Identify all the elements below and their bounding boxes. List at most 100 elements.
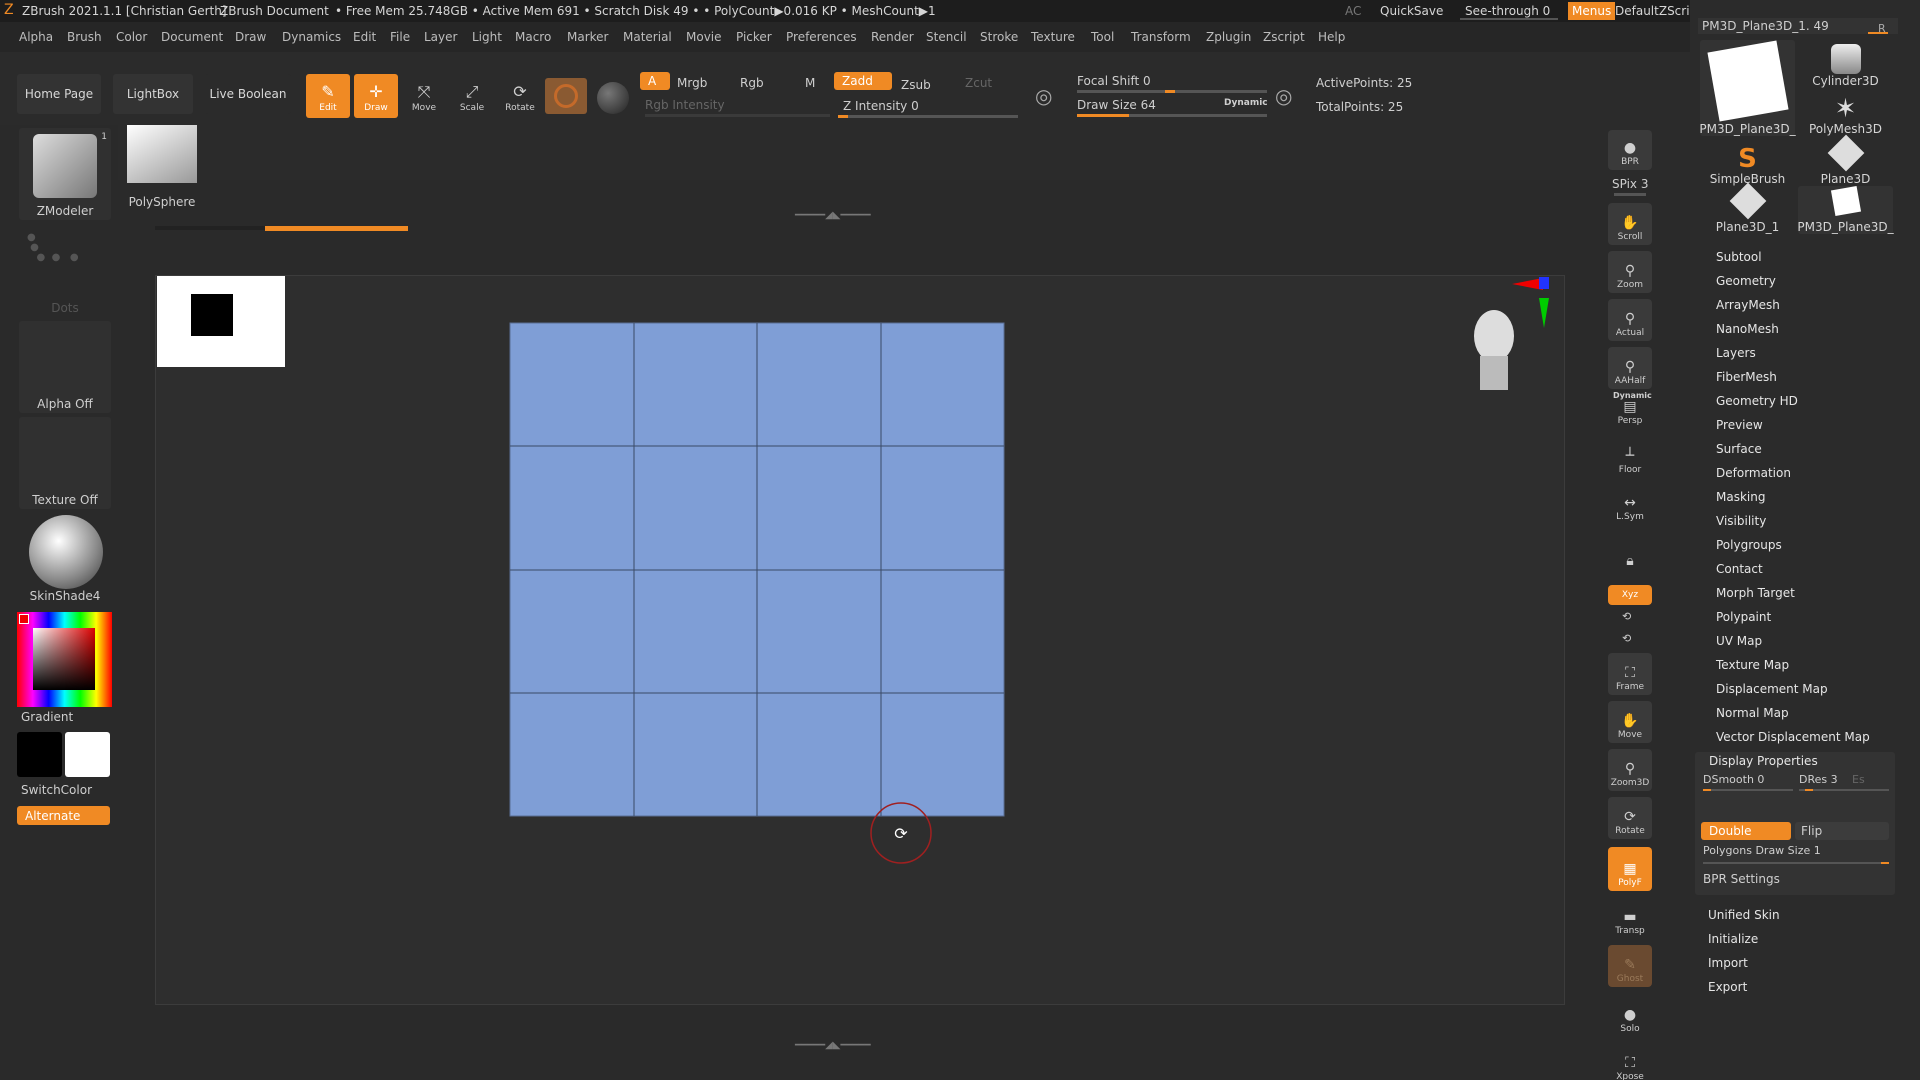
zoom3d-button[interactable]: ⚲ Zoom3D	[1608, 749, 1652, 791]
edit-mode-button[interactable]: ✎ Edit	[306, 74, 350, 118]
texture-off-button[interactable]: Texture Off	[19, 417, 111, 509]
deformation-menu[interactable]: Deformation	[1716, 466, 1791, 480]
lightbox-button[interactable]: LightBox	[113, 74, 193, 114]
shelf-collapse-handle[interactable]: ━━━━━◢◣━━━━━	[795, 210, 871, 221]
export-menu[interactable]: Export	[1708, 980, 1747, 994]
zsub-toggle[interactable]: Zsub	[901, 78, 931, 92]
frame-button[interactable]: ⛶ Frame	[1608, 653, 1652, 695]
layers-menu[interactable]: Layers	[1716, 346, 1756, 360]
menu-tool[interactable]: Tool	[1091, 30, 1114, 44]
rotate-view-button[interactable]: ⟳ Rotate	[1608, 797, 1652, 839]
mesh-pm3d-plane3d-selected[interactable]: PM3D_Plane3D_	[1699, 40, 1796, 136]
quicksave-button[interactable]: QuickSave	[1380, 4, 1443, 18]
mesh-cylinder3d[interactable]: Cylinder3D	[1798, 40, 1893, 88]
alternate-button[interactable]: Alternate	[17, 806, 110, 825]
initialize-menu[interactable]: Initialize	[1708, 932, 1758, 946]
menu-brush[interactable]: Brush	[67, 30, 102, 44]
spix-slider[interactable]: SPix 3	[1612, 177, 1648, 191]
polygroups-menu[interactable]: Polygroups	[1716, 538, 1782, 552]
geometry-hd-menu[interactable]: Geometry HD	[1716, 394, 1798, 408]
draw-mode-button[interactable]: ✛ Draw	[354, 74, 398, 118]
surface-menu[interactable]: Surface	[1716, 442, 1762, 456]
m-toggle[interactable]: M	[805, 76, 815, 90]
menu-material[interactable]: Material	[623, 30, 672, 44]
sphere-mode-icon[interactable]	[597, 82, 629, 114]
secondary-color-swatch[interactable]	[17, 732, 62, 777]
orientation-gizmo[interactable]	[1474, 277, 1549, 390]
geometry-menu[interactable]: Geometry	[1716, 274, 1776, 288]
menu-edit[interactable]: Edit	[353, 30, 376, 44]
r-button[interactable]: R	[1878, 22, 1886, 35]
bpr-render-button[interactable]: ● BPR	[1608, 130, 1652, 170]
vector-displacement-map-menu[interactable]: Vector Displacement Map	[1716, 730, 1870, 744]
move-mode-button[interactable]: ⤧ Move	[402, 74, 446, 118]
plane-mesh-viewport[interactable]: ⟳	[156, 276, 1566, 1006]
actual-button[interactable]: ⚲ Actual	[1608, 299, 1652, 341]
lock-button[interactable]: 🔒︎	[1608, 535, 1652, 573]
bpr-settings-menu[interactable]: BPR Settings	[1703, 872, 1780, 886]
move-view-button[interactable]: ✋ Move	[1608, 701, 1652, 743]
menu-help[interactable]: Help	[1318, 30, 1345, 44]
arraymesh-menu[interactable]: ArrayMesh	[1716, 298, 1780, 312]
contact-menu[interactable]: Contact	[1716, 562, 1763, 576]
gradient-label[interactable]: Gradient	[21, 710, 73, 724]
menu-preferences[interactable]: Preferences	[786, 30, 857, 44]
document-canvas[interactable]: ⟳	[155, 275, 1565, 1005]
menu-color[interactable]: Color	[116, 30, 147, 44]
main-color-swatch[interactable]	[65, 732, 110, 777]
menu-stroke[interactable]: Stroke	[980, 30, 1018, 44]
focal-shift-icon[interactable]: ◎	[1035, 84, 1052, 108]
import-menu[interactable]: Import	[1708, 956, 1748, 970]
home-page-button[interactable]: Home Page	[17, 74, 101, 114]
menu-picker[interactable]: Picker	[736, 30, 772, 44]
bottom-shelf-handle[interactable]: ━━━━━◢◣━━━━━	[795, 1040, 871, 1051]
mesh-pm3d-plane3d-2[interactable]: PM3D_Plane3D_	[1797, 185, 1894, 234]
mesh-plane3d-1[interactable]: Plane3D_1	[1700, 182, 1795, 234]
a-toggle[interactable]: A	[640, 72, 670, 90]
rgb-intensity-slider[interactable]: Rgb Intensity	[645, 98, 725, 112]
floor-button[interactable]: ┴ Floor	[1608, 440, 1652, 478]
double-toggle[interactable]: Double	[1701, 822, 1791, 840]
menu-zscript[interactable]: Zscript	[1263, 30, 1305, 44]
draw-size-slider[interactable]: Draw Size 64	[1077, 98, 1156, 112]
rgb-toggle[interactable]: Rgb	[740, 76, 764, 90]
menu-render[interactable]: Render	[871, 30, 914, 44]
polysphere-tool-button[interactable]: PolySphere	[122, 125, 202, 215]
menu-marker[interactable]: Marker	[567, 30, 608, 44]
zoom-button[interactable]: ⚲ Zoom	[1608, 251, 1652, 293]
dynamic-toggle[interactable]: Dynamic	[1224, 98, 1268, 108]
normal-map-menu[interactable]: Normal Map	[1716, 706, 1789, 720]
lsym-button[interactable]: ↔ L.Sym	[1608, 487, 1652, 525]
xpose-button[interactable]: ⛶ Xpose	[1608, 1043, 1652, 1080]
color-picker[interactable]	[17, 612, 112, 707]
es-slider[interactable]: Es	[1852, 773, 1865, 786]
see-through-slider[interactable]: See-through 0	[1465, 4, 1550, 18]
dsmooth-slider[interactable]: DSmooth 0	[1703, 773, 1764, 786]
menu-alpha[interactable]: Alpha	[19, 30, 53, 44]
solo-button[interactable]: ● Solo	[1608, 995, 1652, 1037]
mesh-polymesh3d[interactable]: ✶ PolyMesh3D	[1798, 88, 1893, 136]
mrgb-toggle[interactable]: Mrgb	[677, 76, 707, 90]
preview-menu[interactable]: Preview	[1716, 418, 1763, 432]
rotate-mode-button[interactable]: ⟳ Rotate	[498, 74, 542, 118]
focal-shift-slider[interactable]: Focal Shift 0	[1077, 74, 1151, 88]
mesh-plane3d[interactable]: Plane3D	[1798, 134, 1893, 186]
zadd-toggle[interactable]: Zadd	[834, 72, 892, 90]
masking-menu[interactable]: Masking	[1716, 490, 1765, 504]
displacement-map-menu[interactable]: Displacement Map	[1716, 682, 1828, 696]
zmodeler-brush-button[interactable]: 1 ZModeler	[19, 128, 111, 220]
color-picker-square[interactable]	[33, 628, 95, 690]
default-zscript-button[interactable]: DefaultZScript	[1615, 4, 1702, 18]
current-tool-slider[interactable]: PM3D_Plane3D_1. 49	[1698, 18, 1898, 34]
transp-button[interactable]: ▬ Transp	[1608, 897, 1652, 939]
texture-map-menu[interactable]: Texture Map	[1716, 658, 1789, 672]
uv-map-menu[interactable]: UV Map	[1716, 634, 1762, 648]
polyf-button[interactable]: ▦ PolyF	[1608, 847, 1652, 891]
menus-toggle[interactable]: Menus	[1568, 2, 1616, 20]
unified-skin-menu[interactable]: Unified Skin	[1708, 908, 1780, 922]
morph-target-menu[interactable]: Morph Target	[1716, 586, 1795, 600]
display-properties-header[interactable]: Display Properties	[1709, 754, 1818, 768]
menu-document[interactable]: Document	[161, 30, 223, 44]
persp-button[interactable]: ▤ Persp	[1608, 395, 1652, 429]
ac-label[interactable]: AC	[1345, 4, 1361, 18]
